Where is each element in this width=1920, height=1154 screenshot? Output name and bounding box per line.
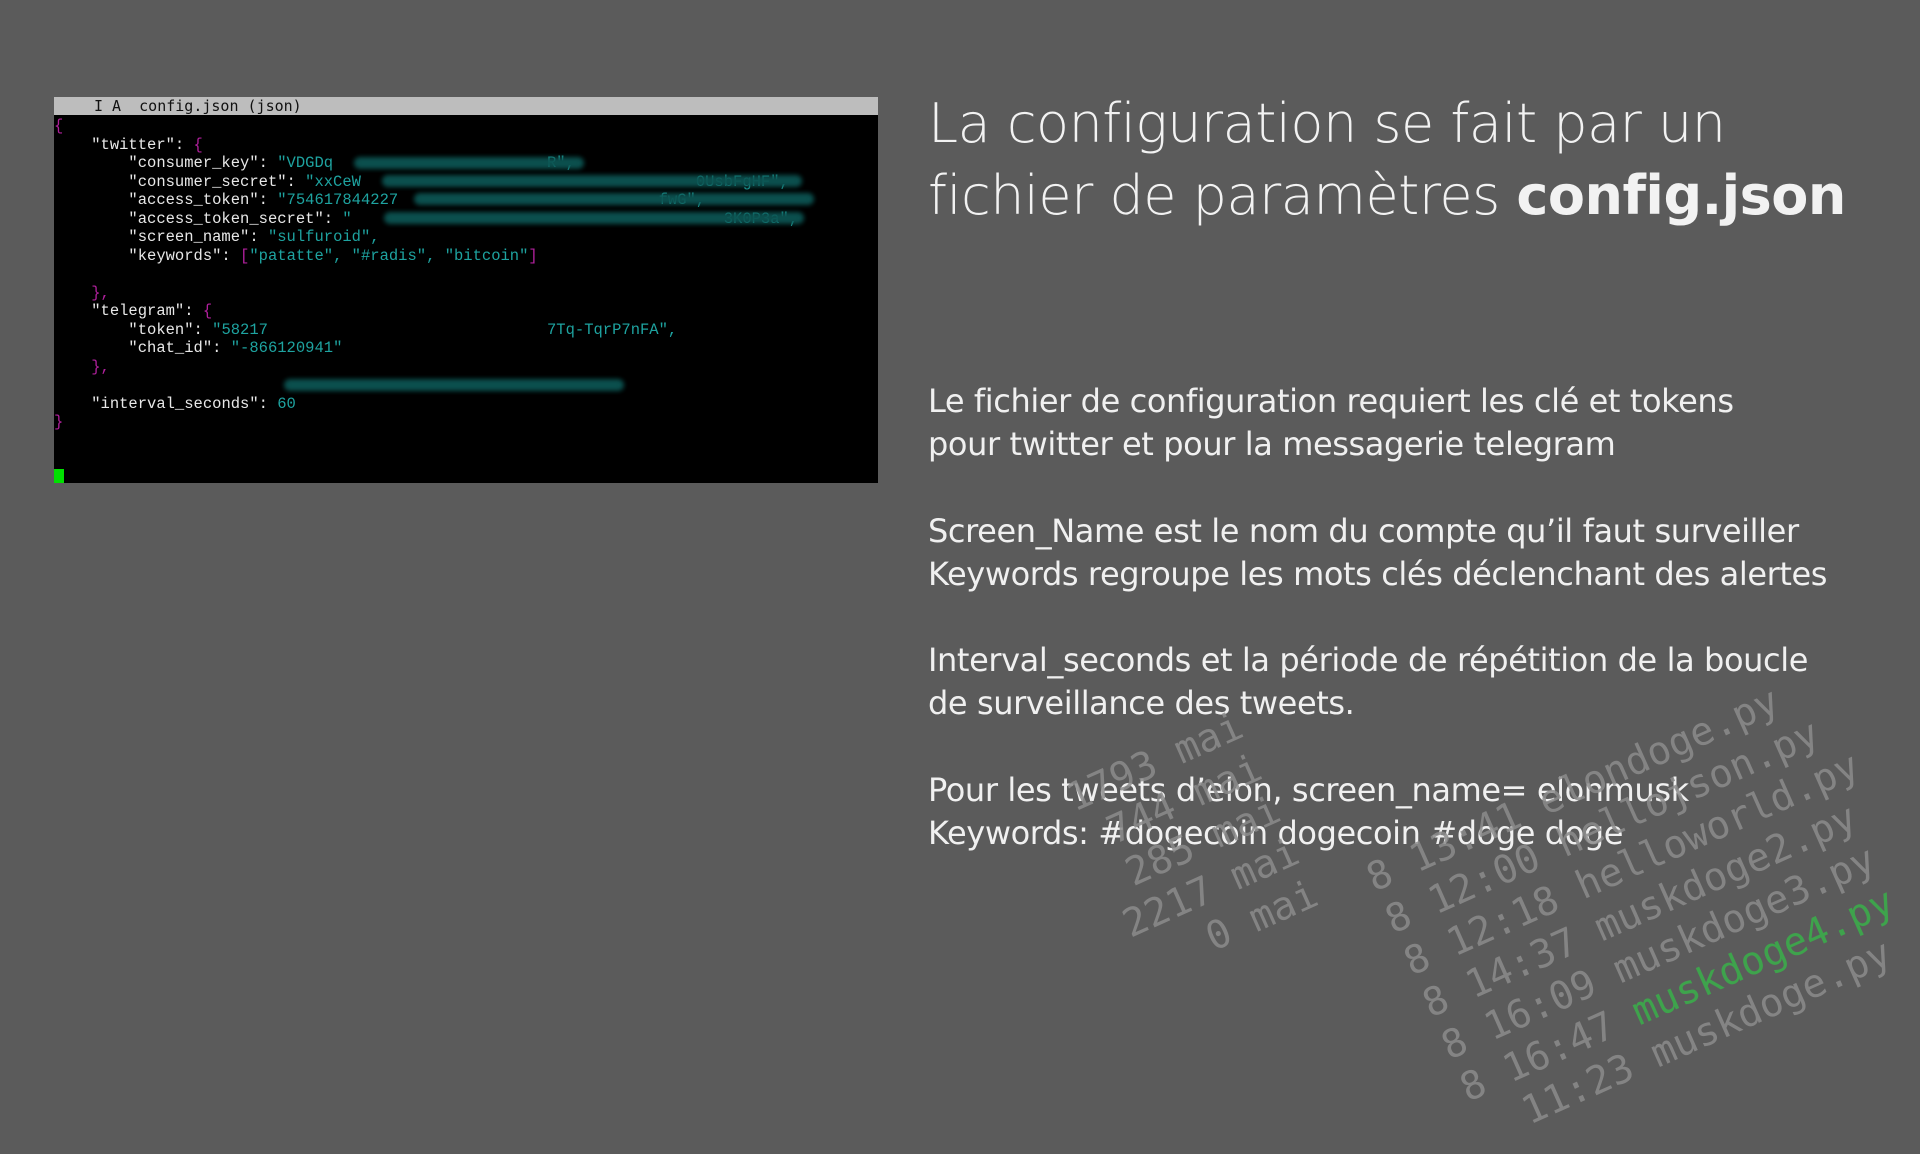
terminal-cursor — [54, 469, 64, 483]
slide-title: La configuration se fait par un fichier … — [928, 88, 1888, 232]
code-value: 60 — [277, 394, 296, 413]
code-line: }, — [54, 358, 878, 377]
code-brace: }, — [91, 283, 110, 302]
title-line-1: La configuration se fait par un — [928, 92, 1726, 155]
redaction-blur — [354, 157, 584, 169]
code-brace: }, — [91, 357, 110, 376]
code-key: "chat_id": — [128, 339, 231, 357]
code-line: "interval_seconds": 60 — [54, 395, 878, 414]
code-line: "keywords": ["patatte", "#radis", "bitco… — [54, 247, 878, 266]
code-value: "patatte", "#radis", "bitcoin" — [249, 246, 529, 265]
paragraph-screen-name: Screen_Name est le nom du compte qu’il f… — [928, 510, 1888, 596]
title-line-2-text: fichier de paramètres — [928, 164, 1517, 227]
code-line: "screen_name": "sulfuroid", — [54, 228, 878, 247]
code-key: "access_token": — [128, 191, 278, 209]
code-value: "-866120941" — [230, 339, 343, 357]
paragraph-keys-tokens: Le fichier de configuration requiert les… — [928, 380, 1888, 466]
code-key: "keywords": — [128, 246, 241, 265]
code-line: "telegram": { — [54, 302, 878, 321]
code-line: }, — [54, 284, 878, 303]
terminal-title-bar: I A config.json (json) — [54, 97, 878, 115]
code-key: "screen_name": — [128, 228, 268, 246]
paragraph-line: Interval_seconds et la période de répéti… — [928, 641, 1808, 679]
code-brace: { — [54, 117, 64, 135]
code-bracket: ] — [528, 246, 538, 265]
code-key: "token": — [128, 320, 213, 339]
code-key: "consumer_secret": — [128, 172, 306, 191]
redaction-blur — [384, 212, 804, 224]
code-brace: } — [54, 413, 64, 431]
code-bracket: [ — [240, 246, 250, 265]
code-brace: { — [193, 135, 203, 154]
code-key: "consumer_key": — [128, 154, 278, 172]
paragraph-line: Screen_Name est le nom du compte qu’il f… — [928, 512, 1799, 550]
title-line-2: fichier de paramètres config.json — [928, 160, 1888, 232]
redaction-blur — [414, 193, 814, 205]
redaction-blur — [284, 379, 624, 391]
code-key: "interval_seconds": — [91, 394, 278, 413]
redaction-blur — [382, 175, 802, 187]
code-key: "access_token_secret": — [128, 209, 343, 228]
terminal-content: { "twitter": { "consumer_key": "VDGDq R"… — [54, 115, 878, 483]
code-line: } — [54, 413, 878, 432]
paragraph-line: Keywords regroupe les mots clés déclench… — [928, 555, 1828, 593]
code-key: "telegram": — [91, 302, 203, 320]
paragraph-line: pour twitter et pour la messagerie teleg… — [928, 425, 1616, 463]
code-value: "58217 7Tq-TqrP7nFA", — [212, 320, 678, 339]
code-key: "twitter": — [91, 135, 194, 154]
code-line: "chat_id": "-866120941" — [54, 339, 878, 358]
title-filename: config.json — [1516, 164, 1846, 227]
code-value: "sulfuroid", — [267, 228, 380, 246]
paragraph-line: Le fichier de configuration requiert les… — [928, 382, 1734, 420]
code-line: "token": "58217 7Tq-TqrP7nFA", — [54, 321, 878, 340]
code-line: "twitter": { — [54, 136, 878, 155]
code-line: { — [54, 117, 878, 136]
decorative-file-sizes: 1793 mai 744 mai 285 mai 2217 mai 0 mai — [1060, 703, 1325, 990]
code-brace: { — [202, 302, 213, 320]
terminal-screenshot: I A config.json (json) { "twitter": { "c… — [54, 97, 878, 483]
